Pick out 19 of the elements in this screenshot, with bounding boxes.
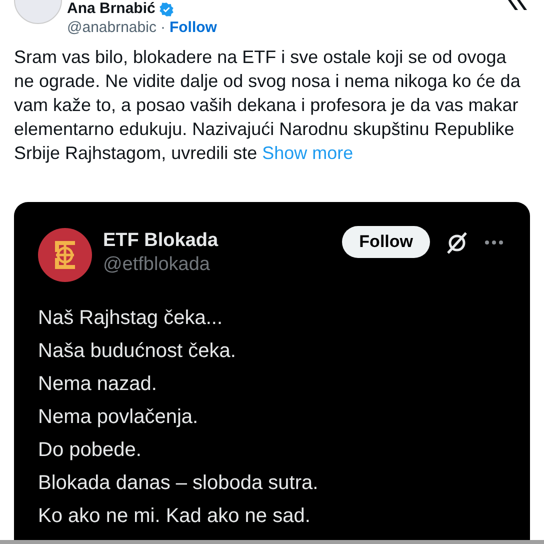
account-handle: @etfblokada bbox=[103, 253, 211, 277]
more-icon[interactable] bbox=[484, 240, 504, 245]
post-line: Blokada danas – sloboda sutra. bbox=[38, 471, 318, 496]
post-line: Naša budućnost čeka. bbox=[38, 339, 236, 364]
post-line: Ko ako ne mi. Kad ako ne sad. bbox=[38, 504, 310, 529]
post-line: Naš Rajhstag čeka... bbox=[38, 306, 223, 331]
post-text: Sram vas bilo, blokadere na ETF i sve ostale koji se od ovoga ne ograde. Ne vidite dalje od svog nosa i nema nikoga ko će da vam kaže to, a posao vaših dekana i profesora je da vas makar elementarno edukuju. Nazivajući Narodnu skupštinu Republike Srbije Rajhstagom, uvredili ste Show more bbox=[14, 46, 522, 164]
follow-button[interactable]: Follow bbox=[342, 226, 430, 258]
embedded-image[interactable]: ETF Blokada @etfblokada Follow Naš Rajhstag čeka... Naša budućnost čeka. Nema nazad. Nema povlačenja. Do pobede. Blokada danas – sloboda sutra. Ko ako ne mi. Kad ako ne sad. bbox=[14, 202, 530, 542]
author-handle: @anabrnabic bbox=[67, 18, 156, 38]
logo-icon bbox=[38, 228, 92, 282]
author-name[interactable]: Ana Brnabić bbox=[67, 1, 156, 17]
post-line: Do pobede. bbox=[38, 438, 142, 463]
grok-icon[interactable] bbox=[446, 231, 468, 255]
post-line: Nema povlačenja. bbox=[38, 405, 198, 430]
follow-link[interactable]: Follow bbox=[169, 17, 217, 40]
account-name[interactable]: ETF Blokada bbox=[103, 230, 218, 252]
post-line: Nema nazad. bbox=[38, 372, 157, 397]
separator: · bbox=[160, 18, 166, 38]
